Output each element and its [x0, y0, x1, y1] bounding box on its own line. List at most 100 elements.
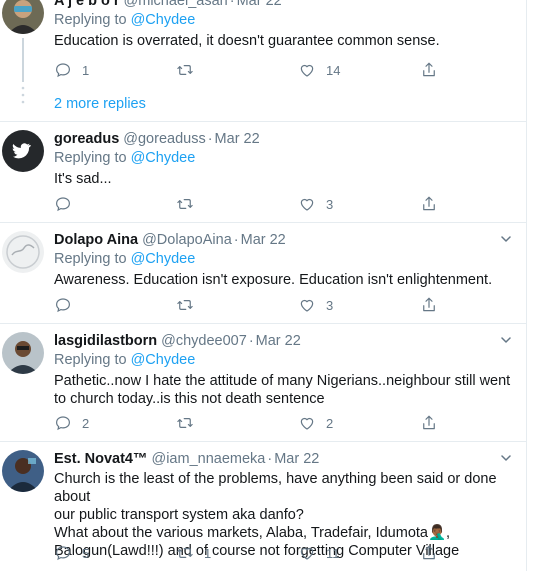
- replying-label: Replying to: [54, 12, 127, 28]
- tweet-lasgidilastborn[interactable]: lasgidilastborn @chydee007 · Mar 22 Replyin…: [0, 324, 527, 442]
- tweet-text-line: Church is the least of the problems, hav…: [54, 471, 497, 505]
- like-count: 3: [326, 196, 334, 212]
- like-count: 2: [326, 415, 334, 431]
- display-name[interactable]: A j e b o r: [54, 0, 120, 9]
- avatar[interactable]: [2, 0, 44, 34]
- share-icon: [423, 415, 435, 430]
- separator-dot: ·: [267, 451, 273, 467]
- tweet-text: Awareness. Education isn't exposure. Edu…: [54, 272, 493, 288]
- reply-button[interactable]: 2: [54, 413, 89, 433]
- replying-to: Replying to @Chydee: [54, 351, 513, 370]
- like-icon: [300, 299, 314, 312]
- display-name[interactable]: Est. Novat4™: [54, 451, 147, 467]
- share-icon: [423, 545, 435, 560]
- tweet-dolapo-aina[interactable]: Dolapo Aina @DolapoAina · Mar 22 Replying t…: [0, 223, 527, 324]
- retweet-icon: [177, 300, 193, 310]
- tweet-goreadus[interactable]: goreadus @goreaduss · Mar 22 Replying to @C…: [0, 122, 527, 223]
- reply-icon: [56, 63, 70, 78]
- user-handle[interactable]: @goreaduss: [123, 131, 205, 147]
- replying-to: Replying to @Chydee: [54, 149, 513, 168]
- retweet-count: 1: [204, 545, 212, 561]
- tweet-date[interactable]: Mar 22: [215, 131, 260, 147]
- share-icon: [423, 62, 435, 77]
- tweet-text: Pathetic..now I hate the attitude of man…: [54, 373, 511, 407]
- user-handle[interactable]: @DolapoAina: [142, 232, 232, 248]
- tweet-text-line: What about the various markets, Alaba, T…: [54, 525, 451, 541]
- tweet-date[interactable]: Mar 22: [274, 451, 319, 467]
- share-icon: [423, 196, 435, 211]
- replying-to: Replying to @Chydee: [54, 11, 513, 30]
- tweet-text-line: our public transport system aka danfo?: [54, 507, 304, 523]
- display-name[interactable]: lasgidilastborn: [54, 333, 157, 349]
- retweet-button[interactable]: [176, 60, 204, 80]
- tweet-date[interactable]: Mar 22: [256, 333, 301, 349]
- retweet-icon: [177, 65, 193, 75]
- retweet-icon: [177, 199, 193, 209]
- thread-line: [22, 38, 24, 82]
- like-count: 3: [326, 297, 334, 313]
- mention-link[interactable]: @Chydee: [131, 150, 196, 166]
- share-button[interactable]: [420, 60, 438, 80]
- like-icon: [300, 417, 314, 430]
- tweet-ajebor[interactable]: A j e b o r @michael_asan · Mar 22 Replying…: [0, 0, 527, 122]
- mention-link[interactable]: @Chydee: [131, 12, 196, 28]
- retweet-button[interactable]: [176, 413, 204, 433]
- reply-count: 5: [82, 545, 90, 561]
- tweet-text: It's sad...: [54, 171, 112, 187]
- like-count: 14: [326, 62, 341, 78]
- like-count: 11: [326, 545, 340, 561]
- tweet-date[interactable]: Mar 22: [241, 232, 286, 248]
- like-icon: [300, 547, 314, 560]
- user-handle[interactable]: @michael_asan: [124, 0, 228, 9]
- share-icon: [423, 297, 435, 312]
- replying-label: Replying to: [54, 251, 127, 267]
- tweet-text: Education is overrated, it doesn't guara…: [54, 33, 440, 49]
- replying-to: Replying to @Chydee: [54, 250, 513, 269]
- like-button[interactable]: 2: [298, 413, 333, 433]
- avatar[interactable]: [2, 450, 44, 492]
- reply-icon: [56, 298, 70, 313]
- replying-label: Replying to: [54, 352, 127, 368]
- reply-icon: [56, 416, 70, 431]
- separator-dot: ·: [233, 232, 239, 248]
- reply-button[interactable]: [54, 194, 82, 214]
- retweet-button[interactable]: 1: [176, 543, 211, 563]
- share-button[interactable]: [420, 543, 438, 563]
- avatar[interactable]: [2, 231, 44, 273]
- separator-dot: ·: [229, 0, 235, 9]
- mention-link[interactable]: @Chydee: [131, 352, 196, 368]
- tweet-est-novat4[interactable]: Est. Novat4™ @iam_nnaemeka · Mar 22 Church …: [0, 442, 527, 571]
- user-handle[interactable]: @iam_nnaemeka: [151, 451, 265, 467]
- like-icon: [300, 64, 314, 77]
- thread-dots-icon: [21, 86, 25, 104]
- reply-feed: A j e b o r @michael_asan · Mar 22 Replying…: [0, 0, 527, 571]
- user-handle[interactable]: @chydee007: [161, 333, 247, 349]
- mention-link[interactable]: @Chydee: [131, 251, 196, 267]
- retweet-icon: [177, 418, 193, 428]
- reply-button[interactable]: 5: [54, 543, 89, 563]
- reply-count: 2: [82, 415, 90, 431]
- avatar[interactable]: [2, 332, 44, 374]
- tweet-date[interactable]: Mar 22: [237, 0, 282, 9]
- retweet-button[interactable]: [176, 194, 204, 214]
- like-button[interactable]: 11: [298, 543, 340, 563]
- reply-count: 1: [82, 62, 90, 78]
- replying-label: Replying to: [54, 150, 127, 166]
- like-button[interactable]: 3: [298, 194, 333, 214]
- retweet-button[interactable]: [176, 295, 204, 315]
- more-replies-link[interactable]: 2 more replies: [54, 96, 146, 112]
- share-button[interactable]: [420, 413, 438, 433]
- like-button[interactable]: 3: [298, 295, 333, 315]
- like-button[interactable]: 14: [298, 60, 340, 80]
- display-name[interactable]: goreadus: [54, 131, 119, 147]
- reply-icon: [56, 546, 70, 561]
- reply-icon: [56, 197, 70, 212]
- separator-dot: ·: [207, 131, 213, 147]
- display-name[interactable]: Dolapo Aina: [54, 232, 138, 248]
- reply-button[interactable]: [54, 295, 82, 315]
- share-button[interactable]: [420, 295, 438, 315]
- reply-button[interactable]: 1: [54, 60, 89, 80]
- retweet-icon: [177, 548, 193, 558]
- avatar[interactable]: [2, 130, 44, 172]
- share-button[interactable]: [420, 194, 438, 214]
